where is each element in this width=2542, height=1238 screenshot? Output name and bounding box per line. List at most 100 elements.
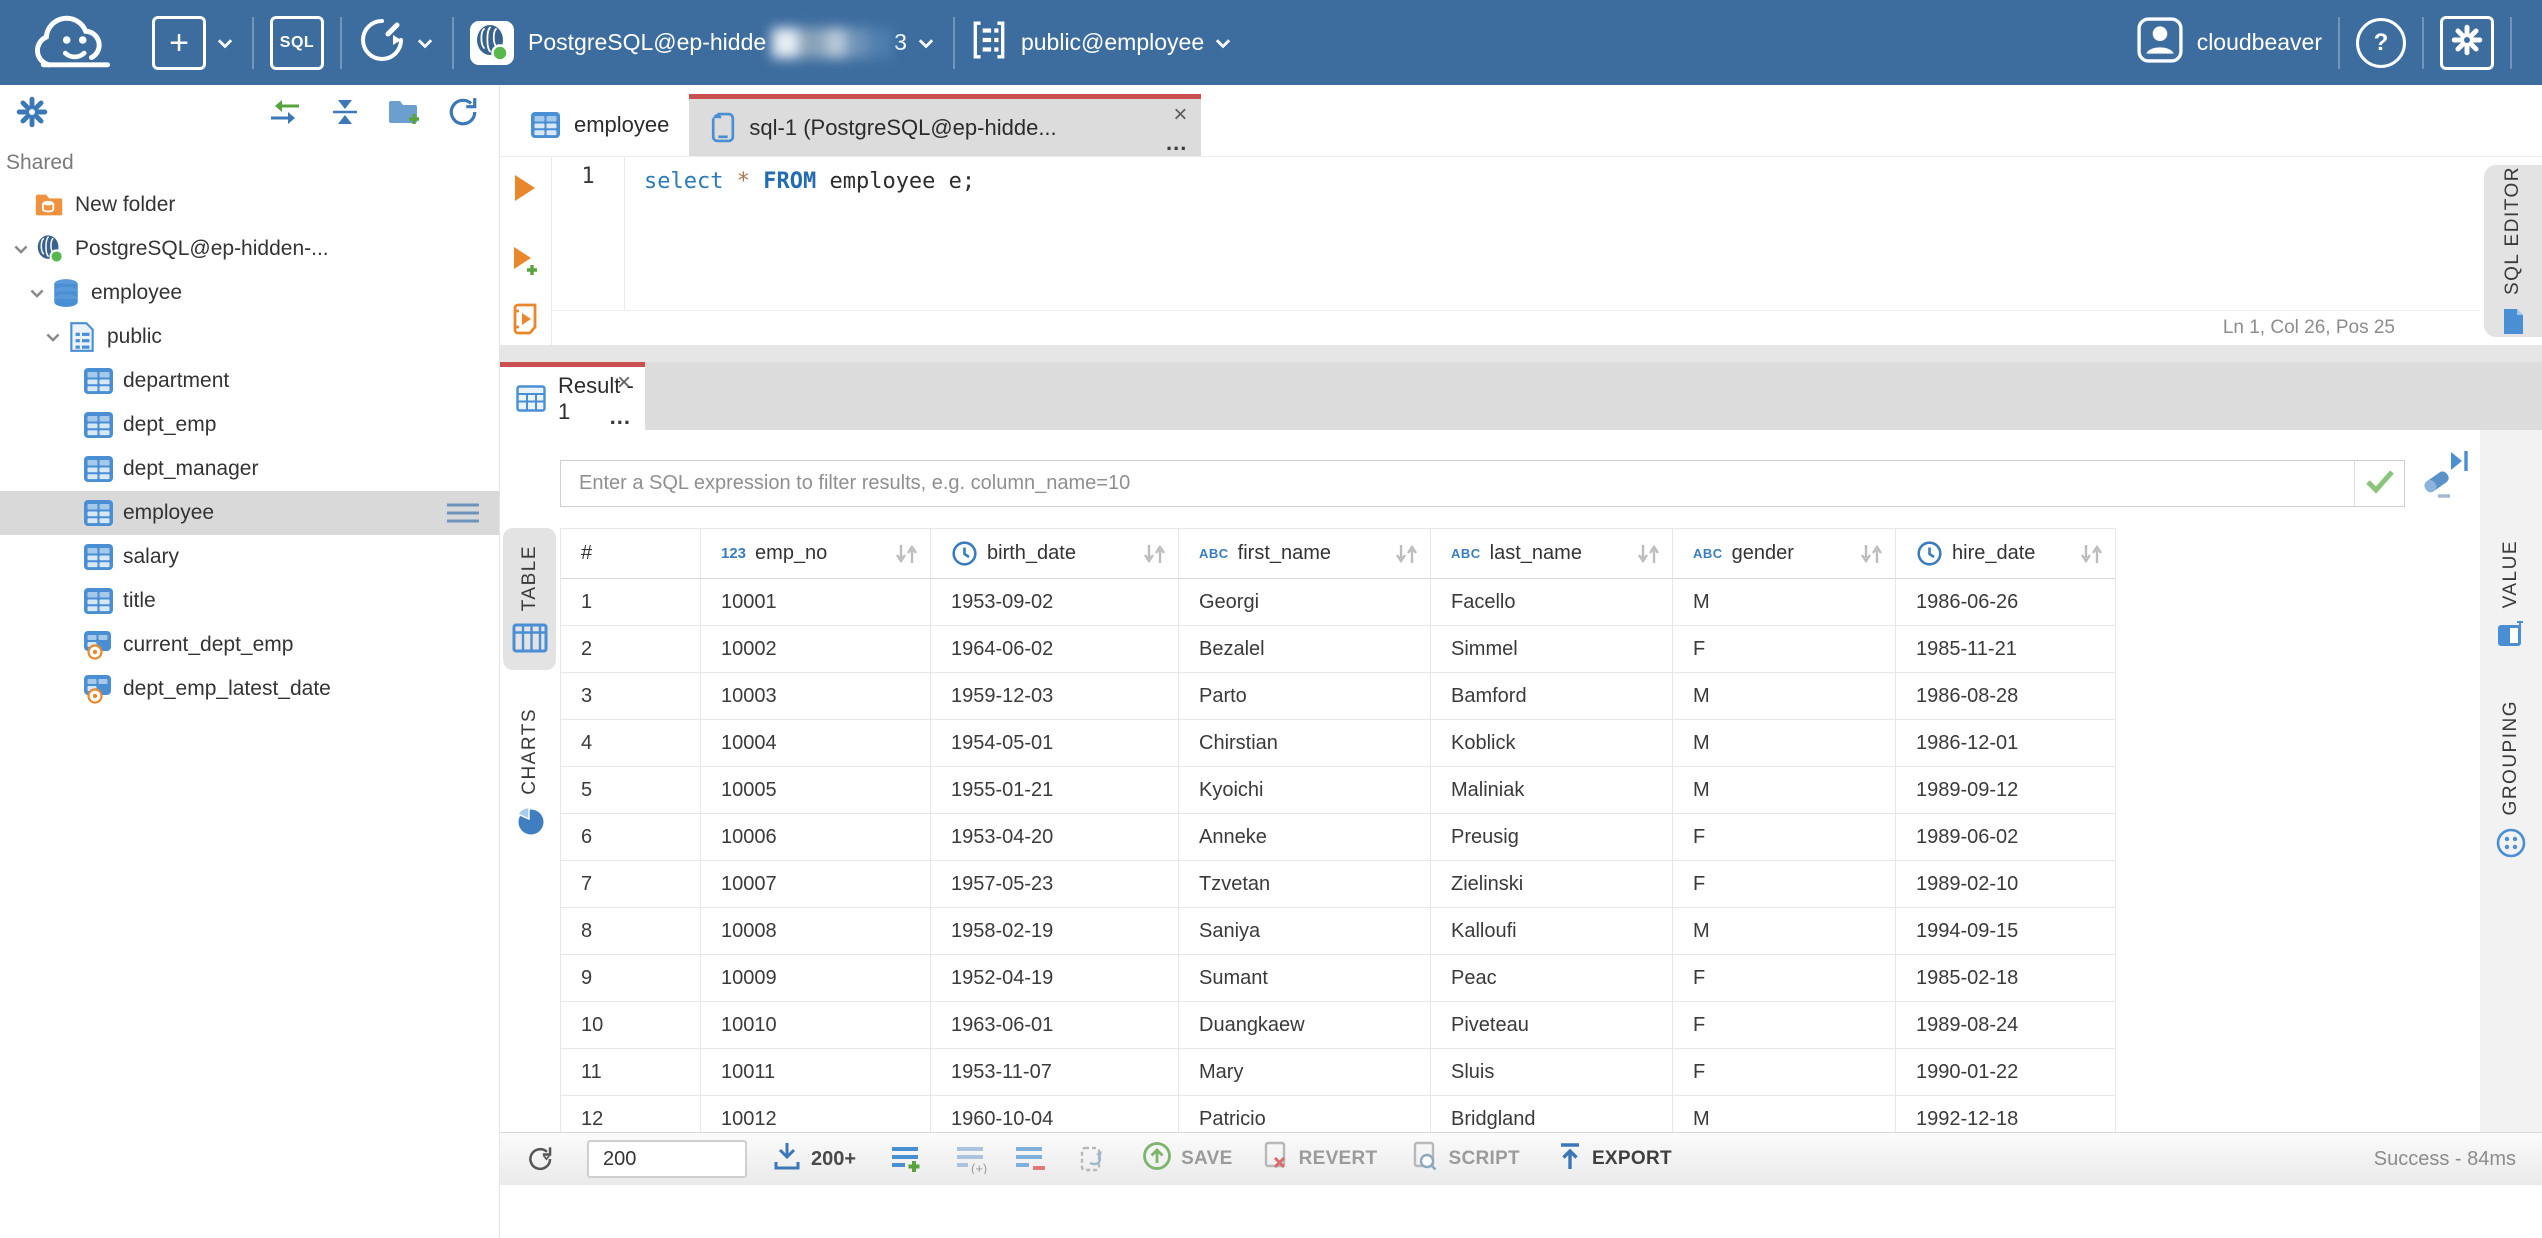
- data-cell[interactable]: Simmel: [1431, 626, 1673, 673]
- data-cell[interactable]: Peac: [1431, 955, 1673, 1002]
- data-cell[interactable]: 1985-11-21: [1896, 626, 2116, 673]
- data-cell[interactable]: 10002: [701, 626, 931, 673]
- data-cell[interactable]: 1989-06-02: [1896, 814, 2116, 861]
- data-cell[interactable]: F: [1673, 955, 1896, 1002]
- column-header-last-name[interactable]: ABC last_name: [1431, 529, 1673, 579]
- row-index-cell[interactable]: 9: [561, 955, 701, 1002]
- data-cell[interactable]: 10001: [701, 579, 931, 626]
- data-cell[interactable]: Preusig: [1431, 814, 1673, 861]
- row-limit-input[interactable]: [587, 1140, 747, 1178]
- data-cell[interactable]: Bezalel: [1179, 626, 1431, 673]
- row-index-cell[interactable]: 10: [561, 1002, 701, 1049]
- result-tab[interactable]: Result - 1 × ...: [500, 362, 645, 430]
- chevron-down-icon[interactable]: [214, 32, 236, 54]
- tree-item-employee[interactable]: employee: [0, 491, 499, 535]
- data-cell[interactable]: 1986-12-01: [1896, 720, 2116, 767]
- save-button[interactable]: SAVE: [1142, 1141, 1233, 1177]
- chevron-down-icon[interactable]: [915, 32, 937, 54]
- chevron-down-icon[interactable]: [40, 327, 66, 347]
- data-cell[interactable]: 10005: [701, 767, 931, 814]
- close-icon[interactable]: ×: [1173, 103, 1187, 127]
- tab-sql-editor[interactable]: SQL EDITOR: [2484, 165, 2542, 337]
- duplicate-row-button[interactable]: (+): [955, 1144, 989, 1174]
- column-header-[interactable]: #: [561, 529, 701, 579]
- tab-menu-icon[interactable]: ...: [1166, 132, 1187, 154]
- filter-input[interactable]: [561, 461, 2354, 506]
- new-object-button[interactable]: +: [152, 15, 236, 70]
- row-index-cell[interactable]: 2: [561, 626, 701, 673]
- tree-item-public[interactable]: public: [0, 315, 499, 359]
- data-cell[interactable]: 10003: [701, 673, 931, 720]
- data-cell[interactable]: M: [1673, 720, 1896, 767]
- data-cell[interactable]: 10008: [701, 908, 931, 955]
- execute-script-button[interactable]: [511, 303, 541, 335]
- data-cell[interactable]: Anneke: [1179, 814, 1431, 861]
- script-button[interactable]: SCRIPT: [1411, 1141, 1520, 1177]
- sort-icon[interactable]: [1140, 542, 1168, 566]
- panel-expand-icon[interactable]: [2444, 446, 2474, 476]
- tree-item-dept-manager[interactable]: dept_manager: [0, 447, 499, 491]
- tab-table[interactable]: TABLE: [503, 528, 556, 670]
- row-index-cell[interactable]: 4: [561, 720, 701, 767]
- auto-refresh-button[interactable]: [1079, 1144, 1109, 1174]
- editor-result-splitter[interactable]: [500, 345, 2542, 362]
- sort-icon[interactable]: [2077, 542, 2105, 566]
- data-cell[interactable]: Sluis: [1431, 1049, 1673, 1096]
- editor-tab-sql-1[interactable]: sql-1 (PostgreSQL@ep-hidde... ×...: [689, 94, 1202, 156]
- data-cell[interactable]: 1986-08-28: [1896, 673, 2116, 720]
- refresh-result-button[interactable]: [525, 1142, 559, 1176]
- tree-item-employee[interactable]: employee: [0, 271, 499, 315]
- data-cell[interactable]: 1989-09-12: [1896, 767, 2116, 814]
- data-cell[interactable]: Parto: [1179, 673, 1431, 720]
- row-index-cell[interactable]: 7: [561, 861, 701, 908]
- schema-selector[interactable]: public@employee: [971, 20, 1234, 65]
- delete-row-button[interactable]: [1014, 1144, 1046, 1174]
- column-header-birth-date[interactable]: birth_date: [931, 529, 1179, 579]
- export-button[interactable]: EXPORT: [1557, 1142, 1672, 1176]
- tree-item-new-folder[interactable]: New folder: [0, 183, 499, 227]
- data-cell[interactable]: 10004: [701, 720, 931, 767]
- data-cell[interactable]: 1953-04-20: [931, 814, 1179, 861]
- data-cell[interactable]: 1953-09-02: [931, 579, 1179, 626]
- tab-charts[interactable]: CHARTS: [503, 692, 556, 852]
- data-cell[interactable]: Zielinski: [1431, 861, 1673, 908]
- data-cell[interactable]: 1953-11-07: [931, 1049, 1179, 1096]
- sql-code-area[interactable]: select * FROM employee e;: [626, 157, 2480, 317]
- data-cell[interactable]: Kalloufi: [1431, 908, 1673, 955]
- data-cell[interactable]: Facello: [1431, 579, 1673, 626]
- data-cell[interactable]: 10011: [701, 1049, 931, 1096]
- sort-icon[interactable]: [1392, 542, 1420, 566]
- apply-filter-button[interactable]: [2354, 461, 2404, 506]
- add-row-button[interactable]: [890, 1144, 922, 1174]
- data-cell[interactable]: 1959-12-03: [931, 673, 1179, 720]
- data-cell[interactable]: 1952-04-19: [931, 955, 1179, 1002]
- data-cell[interactable]: F: [1673, 861, 1896, 908]
- data-cell[interactable]: Duangkaew: [1179, 1002, 1431, 1049]
- data-cell[interactable]: Tzvetan: [1179, 861, 1431, 908]
- data-cell[interactable]: 10006: [701, 814, 931, 861]
- data-cell[interactable]: F: [1673, 814, 1896, 861]
- chevron-down-icon[interactable]: [1212, 32, 1234, 54]
- chevron-down-icon[interactable]: [8, 239, 34, 259]
- data-cell[interactable]: Kyoichi: [1179, 767, 1431, 814]
- data-cell[interactable]: M: [1673, 908, 1896, 955]
- column-header-gender[interactable]: ABC gender: [1673, 529, 1896, 579]
- tab-menu-icon[interactable]: ...: [610, 406, 631, 428]
- data-cell[interactable]: 1985-02-18: [1896, 955, 2116, 1002]
- settings-gear-icon[interactable]: [16, 96, 48, 133]
- data-cell[interactable]: F: [1673, 1002, 1896, 1049]
- data-cell[interactable]: 1989-02-10: [1896, 861, 2116, 908]
- column-header-first-name[interactable]: ABC first_name: [1179, 529, 1431, 579]
- new-folder-icon[interactable]: [387, 97, 421, 132]
- data-cell[interactable]: Mary: [1179, 1049, 1431, 1096]
- data-cell[interactable]: M: [1673, 767, 1896, 814]
- data-cell[interactable]: Piveteau: [1431, 1002, 1673, 1049]
- tree-item-dept-emp-latest-date[interactable]: dept_emp_latest_date: [0, 667, 499, 711]
- settings-button[interactable]: [2440, 15, 2494, 70]
- data-cell[interactable]: 1954-05-01: [931, 720, 1179, 767]
- data-cell[interactable]: M: [1673, 579, 1896, 626]
- data-cell[interactable]: Saniya: [1179, 908, 1431, 955]
- editor-tab-employee[interactable]: employee: [510, 94, 689, 156]
- data-cell[interactable]: 1994-09-15: [1896, 908, 2116, 955]
- chevron-down-icon[interactable]: [24, 283, 50, 303]
